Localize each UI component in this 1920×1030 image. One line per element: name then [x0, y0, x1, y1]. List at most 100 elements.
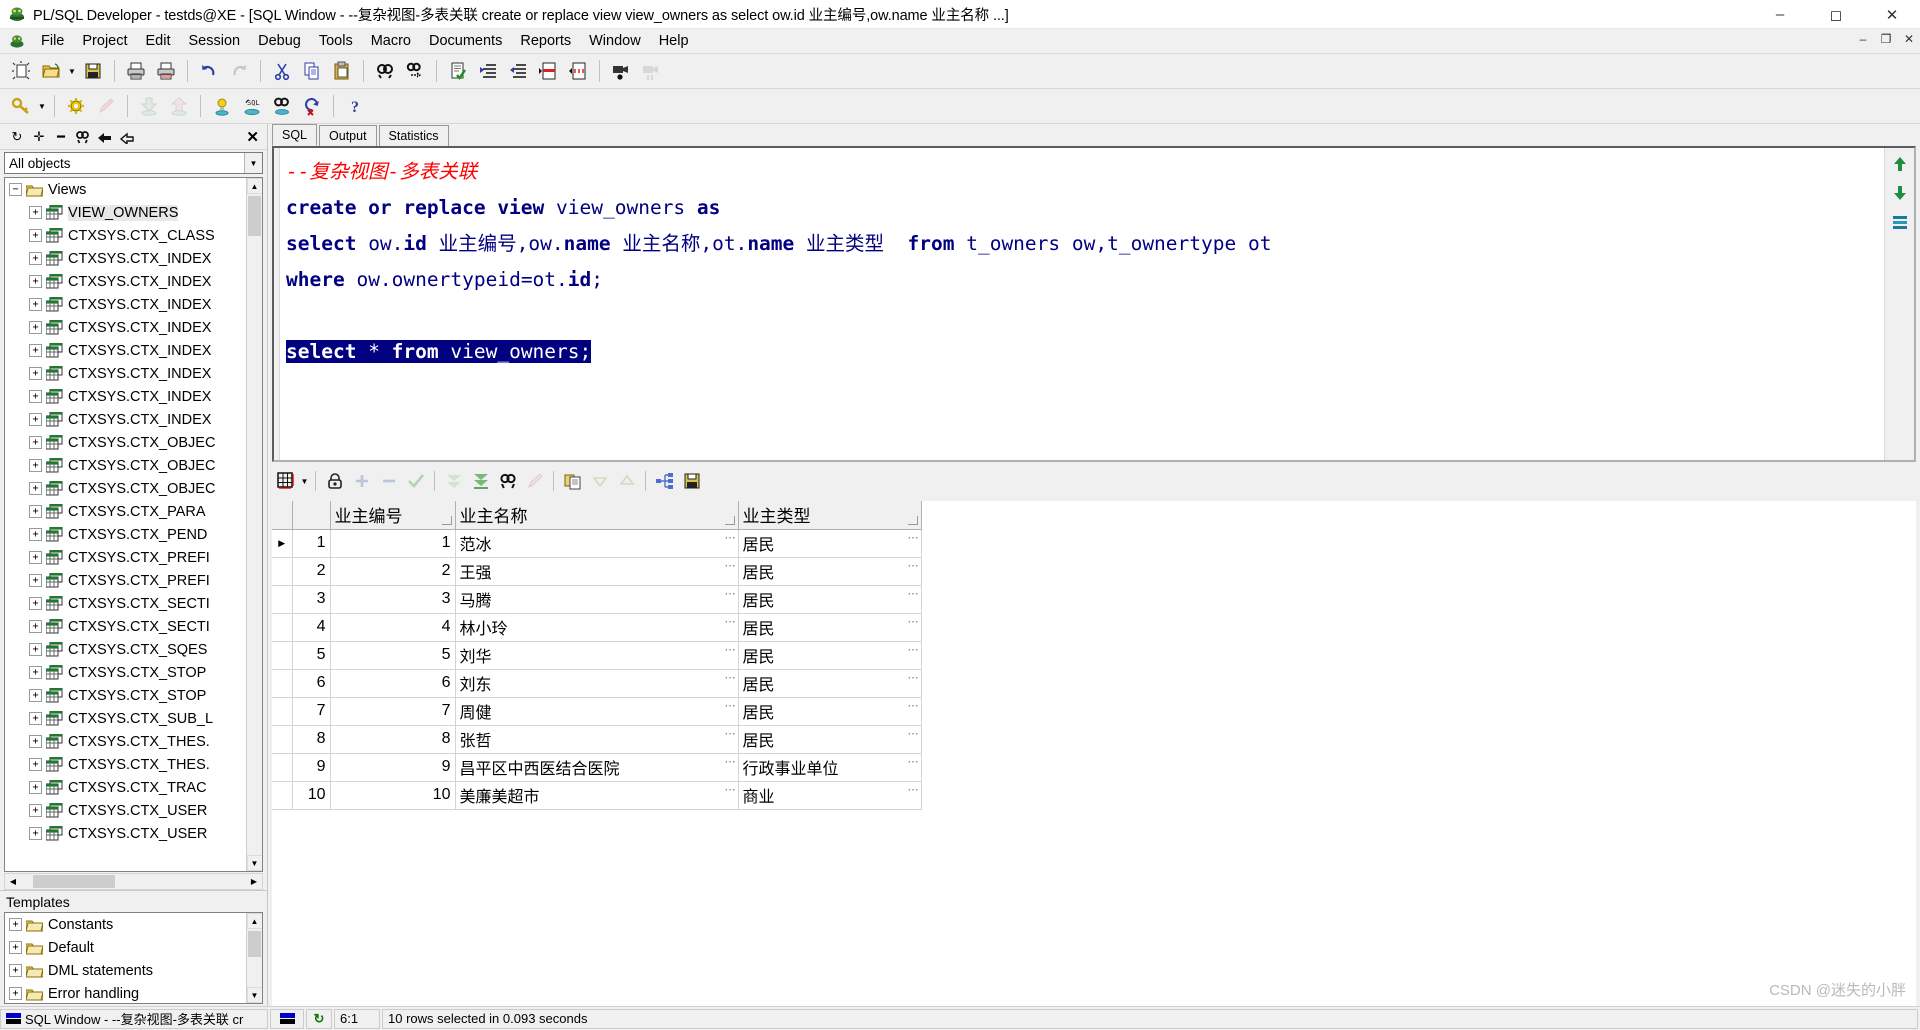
row-number-cell[interactable]: 3 — [292, 585, 331, 614]
close-button[interactable]: ✕ — [1864, 0, 1920, 29]
scroll-up-icon[interactable] — [1889, 154, 1911, 174]
cell-editor-ellipsis-icon[interactable]: ⋯ — [908, 587, 919, 600]
cell-owner-id[interactable]: 9 — [330, 753, 456, 782]
tree-node-view[interactable]: + CTXSYS.CTX_SECTI — [5, 592, 246, 615]
row-number-cell[interactable]: 5 — [292, 641, 331, 670]
scroll-down-arrow-icon[interactable]: ▼ — [246, 855, 262, 871]
tree-node-view[interactable]: + CTXSYS.CTX_THES. — [5, 730, 246, 753]
column-resize-grip[interactable] — [724, 515, 735, 525]
menu-item-tools[interactable]: Tools — [310, 31, 362, 51]
tree-node-view[interactable]: + CTXSYS.CTX_INDEX — [5, 408, 246, 431]
import-table-icon[interactable] — [134, 91, 164, 121]
tree-node-view[interactable]: + CTXSYS.CTX_SUB_L — [5, 707, 246, 730]
expand-expander-icon[interactable]: + — [9, 918, 22, 931]
sql-editor[interactable]: --复杂视图-多表关联 create or replace view view_o… — [272, 146, 1916, 462]
cell-editor-ellipsis-icon[interactable]: ⋯ — [725, 559, 736, 572]
cell-owner-name[interactable]: 林小玲 ⋯ — [455, 613, 739, 642]
expand-expander-icon[interactable]: + — [29, 827, 42, 840]
cell-editor-ellipsis-icon[interactable]: ⋯ — [725, 699, 736, 712]
scroll-right-arrow-icon[interactable]: ▶ — [246, 874, 262, 889]
cell-owner-name[interactable]: 张哲 ⋯ — [455, 725, 739, 754]
cell-owner-name[interactable]: 周健 ⋯ — [455, 697, 739, 726]
table-row[interactable]: 3 3 马腾 ⋯ 居民 ⋯ — [272, 585, 922, 614]
row-indicator-cell[interactable] — [272, 725, 293, 754]
expand-expander-icon[interactable]: + — [29, 804, 42, 817]
explain-plan-icon[interactable] — [6, 91, 36, 121]
column-resize-grip[interactable] — [907, 515, 918, 525]
expand-expander-icon[interactable]: + — [29, 620, 42, 633]
table-row[interactable]: 6 6 刘东 ⋯ 居民 ⋯ — [272, 669, 922, 698]
cell-owner-id[interactable]: 8 — [330, 725, 456, 754]
open-dropdown-arrow-icon[interactable]: ▼ — [66, 56, 78, 86]
expand-expander-icon[interactable]: + — [29, 390, 42, 403]
beautifier-icon[interactable] — [61, 91, 91, 121]
grid-layout-dropdown-arrow-icon[interactable]: ▼ — [299, 467, 310, 495]
collapse-all-icon[interactable]: ━ — [50, 126, 72, 148]
find-in-grid-icon[interactable] — [494, 467, 521, 495]
expand-expander-icon[interactable]: + — [29, 735, 42, 748]
cell-owner-type[interactable]: 行政事业单位 ⋯ — [738, 753, 922, 782]
cell-editor-ellipsis-icon[interactable]: ⋯ — [908, 727, 919, 740]
cell-owner-id[interactable]: 7 — [330, 697, 456, 726]
column-resize-grip[interactable] — [441, 515, 452, 525]
copy-to-clipboard-icon[interactable] — [559, 467, 586, 495]
templates-scroll-down-arrow-icon[interactable]: ▼ — [246, 987, 262, 1003]
row-number-cell[interactable]: 2 — [292, 557, 331, 586]
tree-hscroll-thumb[interactable] — [33, 875, 115, 888]
expand-expander-icon[interactable]: + — [29, 344, 42, 357]
tree-node-view[interactable]: + CTXSYS.CTX_PREFI — [5, 546, 246, 569]
tree-node-view[interactable]: + VIEW_OWNERS — [5, 201, 246, 224]
sort-desc-icon[interactable] — [586, 467, 613, 495]
cell-editor-ellipsis-icon[interactable]: ⋯ — [908, 755, 919, 768]
object-tree[interactable]: − Views + VIEW_OWNERS + CTXSYS.CTX_CLASS + CT… — [4, 177, 263, 872]
cell-owner-name[interactable]: 昌平区中西医结合医院 ⋯ — [455, 753, 739, 782]
table-row[interactable]: 2 2 王强 ⋯ 居民 ⋯ — [272, 557, 922, 586]
table-row[interactable]: 10 10 美廉美超市 ⋯ 商业 ⋯ — [272, 781, 922, 810]
expand-expander-icon[interactable]: + — [29, 482, 42, 495]
status-window-cell[interactable]: SQL Window - --复杂视图-多表关联 cr — [0, 1008, 268, 1029]
cell-editor-ellipsis-icon[interactable]: ⋯ — [908, 531, 919, 544]
outdent-icon[interactable] — [503, 56, 533, 86]
expand-expander-icon[interactable]: + — [29, 712, 42, 725]
scroll-up-arrow-icon[interactable]: ▲ — [246, 178, 262, 194]
menu-item-session[interactable]: Session — [180, 31, 250, 51]
cell-owner-name[interactable]: 王强 ⋯ — [455, 557, 739, 586]
row-indicator-cell[interactable] — [272, 641, 293, 670]
mdi-restore-button[interactable]: ❐ — [1879, 32, 1893, 46]
table-row[interactable]: 5 5 刘华 ⋯ 居民 ⋯ — [272, 641, 922, 670]
row-number-cell[interactable]: 6 — [292, 669, 331, 698]
menu-item-debug[interactable]: Debug — [249, 31, 310, 51]
tree-node-view[interactable]: + CTXSYS.CTX_USER — [5, 822, 246, 845]
find-object-icon[interactable] — [72, 126, 94, 148]
templates-vertical-scrollbar[interactable]: ▲ ▼ — [246, 913, 262, 1003]
tree-node-view[interactable]: + CTXSYS.CTX_INDEX — [5, 339, 246, 362]
grid-layout-icon[interactable] — [272, 467, 299, 495]
column-header-owner-name[interactable]: 业主名称 — [455, 501, 739, 530]
templates-scroll-up-arrow-icon[interactable]: ▲ — [246, 913, 262, 929]
find-next-icon[interactable] — [400, 56, 430, 86]
undo-icon[interactable] — [194, 56, 224, 86]
filter-icon[interactable] — [116, 126, 138, 148]
row-number-cell[interactable]: 10 — [292, 781, 331, 810]
menu-item-edit[interactable]: Edit — [137, 31, 180, 51]
cell-owner-type[interactable]: 居民 ⋯ — [738, 697, 922, 726]
expand-expander-icon[interactable]: + — [29, 758, 42, 771]
open-icon[interactable] — [36, 56, 66, 86]
cell-owner-id[interactable]: 1 — [330, 529, 456, 558]
scroll-left-arrow-icon[interactable]: ◀ — [5, 874, 21, 889]
tree-node-view[interactable]: + CTXSYS.CTX_OBJEC — [5, 477, 246, 500]
expand-expander-icon[interactable]: + — [29, 206, 42, 219]
table-row[interactable]: 8 8 张哲 ⋯ 居民 ⋯ — [272, 725, 922, 754]
menu-item-documents[interactable]: Documents — [420, 31, 511, 51]
status-connection-cell[interactable] — [270, 1008, 304, 1029]
refresh-icon[interactable]: ↻ — [314, 1011, 325, 1027]
play-macro-icon[interactable] — [636, 56, 666, 86]
cell-owner-id[interactable]: 2 — [330, 557, 456, 586]
tree-node-view[interactable]: + CTXSYS.CTX_STOP — [5, 661, 246, 684]
cell-owner-type[interactable]: 居民 ⋯ — [738, 585, 922, 614]
tree-hscroll-track[interactable] — [21, 874, 246, 889]
tab-sql[interactable]: SQL — [272, 124, 318, 146]
menu-item-reports[interactable]: Reports — [511, 31, 580, 51]
template-folder[interactable]: + Default — [5, 936, 246, 959]
table-row[interactable]: 4 4 林小玲 ⋯ 居民 ⋯ — [272, 613, 922, 642]
